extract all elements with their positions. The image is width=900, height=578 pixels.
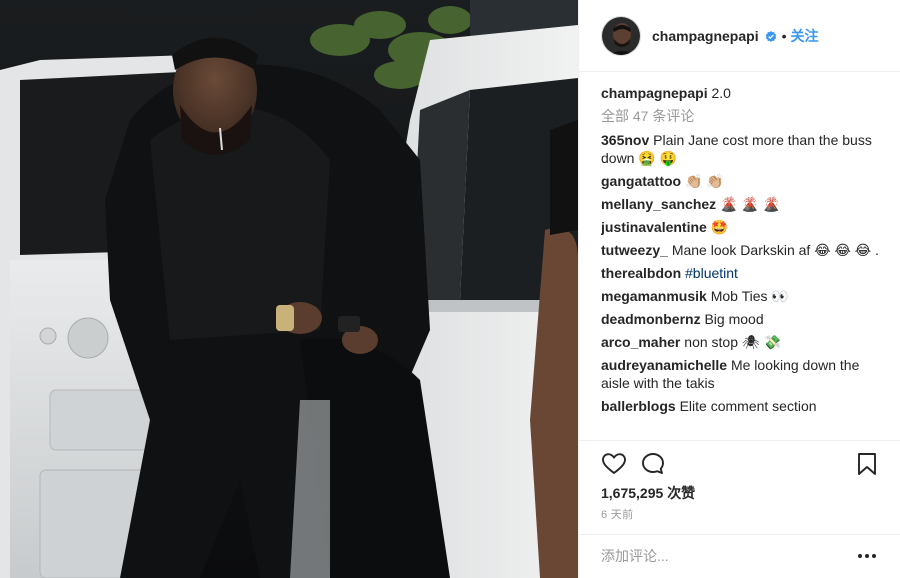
comment-input[interactable] [601, 545, 841, 567]
post-actions: 1,675,295 次赞 6 天前 [579, 440, 900, 535]
comment-item: therealbdon #bluetint [601, 264, 881, 282]
comment-username[interactable]: 365nov [601, 132, 649, 148]
avatar-image [602, 16, 640, 55]
comment-item: mellany_sanchez 🌋 🌋 🌋 [601, 195, 881, 213]
caption-text: 2.0 [711, 85, 731, 101]
comment-item: justinavalentine 🤩 [601, 218, 881, 236]
comment-username[interactable]: mellany_sanchez [601, 196, 716, 212]
likes-number: 1,675,295 [601, 485, 664, 501]
comment-item: audreyanamichelle Me looking down the ai… [601, 356, 881, 392]
separator-dot: • [781, 27, 787, 44]
comment-username[interactable]: arco_maher [601, 334, 680, 350]
verified-badge-icon [765, 30, 777, 42]
post-image [0, 0, 578, 578]
comment-text: 🌋 🌋 🌋 [720, 196, 781, 212]
comment-username[interactable]: audreyanamichelle [601, 357, 727, 373]
comment-username[interactable]: deadmonbernz [601, 311, 701, 327]
comment-text: non stop 🕷 💸 [684, 334, 781, 350]
comment-item: 365nov Plain Jane cost more than the bus… [601, 131, 881, 167]
comment-item: tutweezy_ Mane look Darkskin af 😂 😂 😂 . [601, 241, 881, 259]
comment-text: 👏🏼 👏🏼 [685, 173, 724, 189]
avatar[interactable] [601, 15, 641, 56]
author-username[interactable]: champagnepapi [652, 28, 759, 44]
comment-item: arco_maher non stop 🕷 💸 [601, 333, 881, 351]
comment-text: 🤩 [710, 219, 729, 235]
post-photo[interactable] [0, 0, 578, 578]
comment-username[interactable]: gangatattoo [601, 173, 681, 189]
comment-username[interactable]: ballerblogs [601, 398, 676, 414]
bookmark-icon[interactable] [854, 451, 880, 477]
comment-item: gangatattoo 👏🏼 👏🏼 [601, 172, 881, 190]
comments-list[interactable]: champagnepapi 2.0 全部 47 条评论 365nov Plain… [601, 84, 881, 438]
comment-text: Elite comment section [679, 398, 817, 414]
comment-username[interactable]: therealbdon [601, 265, 681, 281]
likes-count[interactable]: 1,675,295 次赞 [601, 483, 695, 503]
load-all-comments-button[interactable]: 全部 47 条评论 [601, 107, 881, 125]
comment-bubble-icon[interactable] [640, 451, 666, 477]
comment-text: Big mood [704, 311, 764, 327]
hashtag-link[interactable]: #bluetint [685, 265, 738, 281]
comment-text: Mob Ties 👀 [710, 288, 789, 304]
comment-username[interactable]: tutweezy_ [601, 242, 668, 258]
instagram-post: champagnepapi • 关注 champagnepapi 2.0 全部 … [0, 0, 900, 578]
add-comment-bar [579, 534, 900, 578]
comment-username[interactable]: megamanmusik [601, 288, 707, 304]
post-header: champagnepapi • 关注 [579, 0, 900, 72]
post-timestamp[interactable]: 6 天前 [601, 506, 633, 522]
comment-text: Mane look Darkskin af 😂 😂 😂 . [671, 242, 879, 258]
comment-item: deadmonbernz Big mood [601, 310, 881, 328]
post-caption: champagnepapi 2.0 [601, 84, 881, 102]
more-dots-icon[interactable] [857, 549, 877, 563]
heart-icon[interactable] [601, 451, 627, 477]
post-side-panel: champagnepapi • 关注 champagnepapi 2.0 全部 … [578, 0, 900, 578]
comment-item: ballerblogs Elite comment section [601, 397, 881, 415]
comment-item: megamanmusik Mob Ties 👀 [601, 287, 881, 305]
caption-username[interactable]: champagnepapi [601, 85, 708, 101]
follow-button[interactable]: 关注 [791, 26, 819, 46]
likes-suffix: 次赞 [667, 485, 696, 501]
comment-username[interactable]: justinavalentine [601, 219, 707, 235]
